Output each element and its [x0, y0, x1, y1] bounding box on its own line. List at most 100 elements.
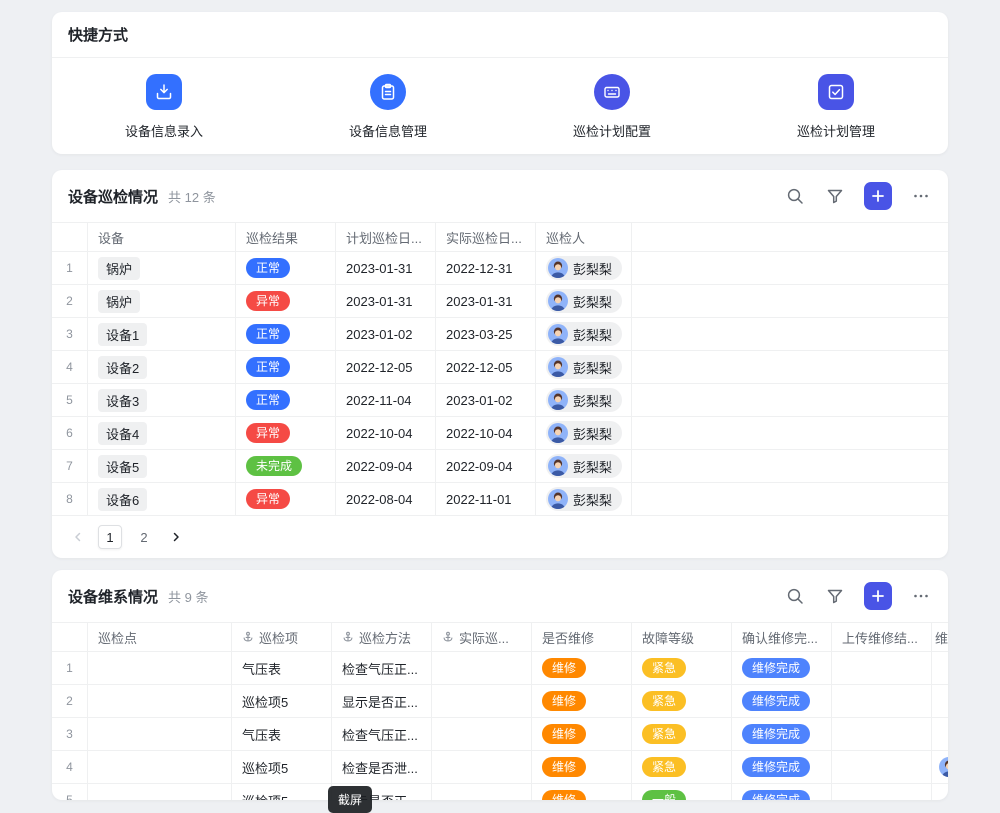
card-actions [784, 182, 932, 210]
table-row[interactable]: 5 巡检项5 显示是否正... 维修 一般 维修完成 [52, 784, 948, 800]
point-cell [88, 718, 232, 751]
more-icon[interactable] [910, 185, 932, 207]
inspector-cell: 彭梨梨 [536, 483, 632, 516]
search-icon[interactable] [784, 585, 806, 607]
plan-date-cell: 2022-12-05 [336, 351, 436, 384]
table-row[interactable]: 8 设备6 异常 2022-08-04 2022-11-01 彭梨梨 [52, 483, 948, 516]
shortcut-device-entry[interactable]: 设备信息录入 [52, 74, 276, 140]
repair-badge: 维修 [542, 691, 586, 711]
empty-cell [632, 285, 948, 318]
device-cell: 锅炉 [88, 285, 236, 318]
shortcut-device-management[interactable]: 设备信息管理 [276, 74, 500, 140]
level-badge: 紧急 [642, 691, 686, 711]
more-icon[interactable] [910, 585, 932, 607]
avatar [548, 258, 568, 278]
point-cell [88, 685, 232, 718]
next-page-button[interactable] [166, 527, 186, 547]
check-square-icon [818, 74, 854, 110]
confirm-badge: 维修完成 [742, 757, 810, 777]
search-icon[interactable] [784, 185, 806, 207]
page-2-button[interactable]: 2 [132, 525, 156, 549]
table-row[interactable]: 4 设备2 正常 2022-12-05 2022-12-05 彭梨梨 [52, 351, 948, 384]
device-tag: 设备1 [98, 323, 147, 346]
inspector-name: 彭梨梨 [573, 424, 612, 443]
column-header-confirm[interactable]: 确认维修完... [732, 623, 832, 652]
maintenance-card: 设备维系情况 共 9 条 巡检点 巡检项 巡检方法 [52, 570, 948, 800]
method-cell: 检查是否泄... [332, 751, 432, 784]
table-row[interactable]: 1 锅炉 正常 2023-01-31 2022-12-31 彭梨梨 [52, 252, 948, 285]
repair-badge: 维修 [542, 790, 586, 800]
shortcut-label: 巡检计划管理 [797, 121, 875, 140]
column-header-repair[interactable]: 是否维修 [532, 623, 632, 652]
shortcut-label: 巡检计划配置 [573, 121, 651, 140]
confirm-cell: 维修完成 [732, 784, 832, 800]
shortcut-plan-config[interactable]: 巡检计划配置 [500, 74, 724, 140]
column-label: 巡检项 [259, 628, 298, 647]
empty-cell [632, 417, 948, 450]
prev-page-button[interactable] [68, 527, 88, 547]
actual-date-cell: 2023-01-31 [436, 285, 536, 318]
table-row[interactable]: 5 设备3 正常 2022-11-04 2023-01-02 彭梨梨 [52, 384, 948, 417]
column-header-item[interactable]: 巡检项 [232, 623, 332, 652]
column-header-inspector[interactable]: 巡检人 [536, 223, 632, 252]
table-row[interactable]: 4 巡检项5 检查是否泄... 维修 紧急 维修完成 [52, 751, 948, 784]
shortcuts-card: 快捷方式 设备信息录入 设备信息管理 [52, 12, 948, 154]
confirm-badge: 维修完成 [742, 724, 810, 744]
add-record-button[interactable] [864, 582, 892, 610]
column-header-method[interactable]: 巡检方法 [332, 623, 432, 652]
card-actions [784, 582, 932, 610]
upload-cell [832, 685, 932, 718]
inspector-cell: 彭梨梨 [536, 450, 632, 483]
level-cell: 一般 [632, 784, 732, 800]
pagination: 1 2 [52, 516, 948, 558]
column-header-plan-date[interactable]: 计划巡检日... [336, 223, 436, 252]
table-row[interactable]: 2 巡检项5 显示是否正... 维修 紧急 维修完成 [52, 685, 948, 718]
column-header-device[interactable]: 设备 [88, 223, 236, 252]
person-chip: 彭梨梨 [546, 256, 622, 280]
table-row[interactable]: 6 设备4 异常 2022-10-04 2022-10-04 彭梨梨 [52, 417, 948, 450]
device-cell: 设备5 [88, 450, 236, 483]
filter-icon[interactable] [824, 185, 846, 207]
table-row[interactable]: 3 设备1 正常 2023-01-02 2023-03-25 彭梨梨 [52, 318, 948, 351]
column-header-actual[interactable]: 实际巡... [432, 623, 532, 652]
column-header-actual-date[interactable]: 实际巡检日... [436, 223, 536, 252]
column-header-point[interactable]: 巡检点 [88, 623, 232, 652]
row-number: 2 [52, 285, 88, 318]
page-1-button[interactable]: 1 [98, 525, 122, 549]
shortcut-plan-management[interactable]: 巡检计划管理 [724, 74, 948, 140]
row-number: 8 [52, 483, 88, 516]
column-header-upload[interactable]: 上传维修结... [832, 623, 932, 652]
person-chip: 彭梨梨 [546, 322, 622, 346]
repair-cell: 维修 [532, 685, 632, 718]
filter-icon[interactable] [824, 585, 846, 607]
status-badge: 正常 [246, 357, 290, 377]
column-header-truncated[interactable]: 维 [932, 623, 948, 652]
column-header-result[interactable]: 巡检结果 [236, 223, 336, 252]
inspector-name: 彭梨梨 [573, 490, 612, 509]
person-chip: 彭梨梨 [546, 289, 622, 313]
person-chip: 彭梨梨 [546, 421, 622, 445]
table-row[interactable]: 1 气压表 检查气压正... 维修 紧急 维修完成 [52, 652, 948, 685]
table-row[interactable]: 3 气压表 检查气压正... 维修 紧急 维修完成 [52, 718, 948, 751]
device-tag: 设备6 [98, 488, 147, 511]
inspection-card: 设备巡检情况 共 12 条 设备 巡检结果 计划巡检日... 实际巡检日... … [52, 170, 948, 558]
result-cell: 正常 [236, 351, 336, 384]
avatar [548, 324, 568, 344]
table-row[interactable]: 7 设备5 未完成 2022-09-04 2022-09-04 彭梨梨 [52, 450, 948, 483]
plan-date-cell: 2022-10-04 [336, 417, 436, 450]
avatar [548, 390, 568, 410]
upload-cell [832, 652, 932, 685]
keyboard-icon [594, 74, 630, 110]
table-row[interactable]: 2 锅炉 异常 2023-01-31 2023-01-31 彭梨梨 [52, 285, 948, 318]
upload-cell [832, 751, 932, 784]
column-header-level[interactable]: 故障等级 [632, 623, 732, 652]
add-record-button[interactable] [864, 182, 892, 210]
actual-cell [432, 718, 532, 751]
plan-date-cell: 2023-01-02 [336, 318, 436, 351]
inspector-name: 彭梨梨 [573, 358, 612, 377]
row-number: 4 [52, 751, 88, 784]
inspection-title: 设备巡检情况 [68, 186, 158, 207]
repair-badge: 维修 [542, 724, 586, 744]
column-label: 实际巡... [459, 628, 509, 647]
device-tag: 设备5 [98, 455, 147, 478]
